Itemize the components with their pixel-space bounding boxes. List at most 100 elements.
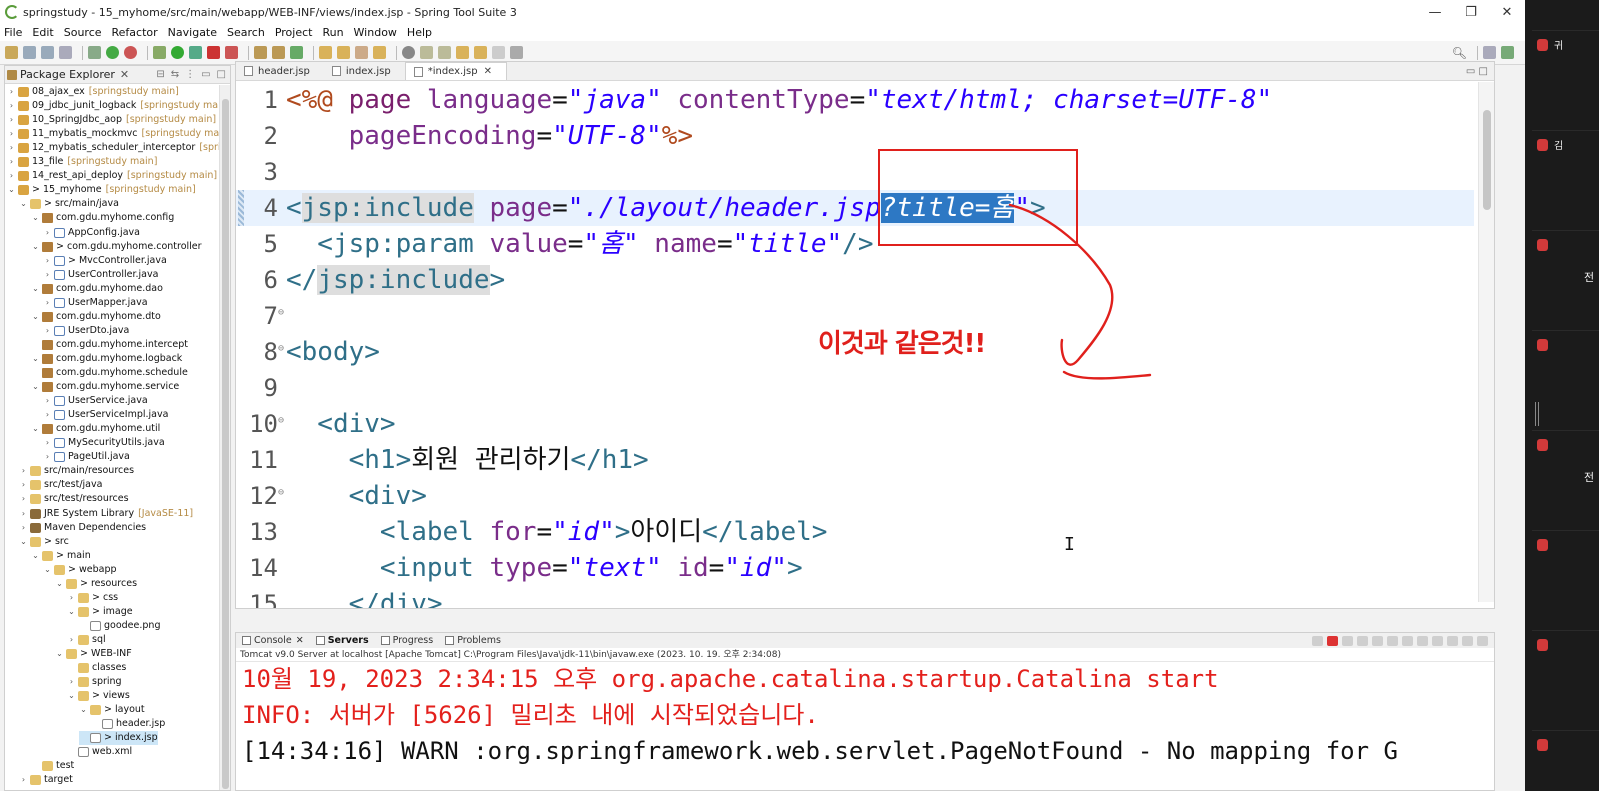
- close-button[interactable]: ✕: [1489, 5, 1525, 20]
- debug-icon[interactable]: [153, 46, 166, 59]
- code-line-5[interactable]: 5 <jsp:param value="홈" name="title"/>: [236, 226, 1474, 262]
- scroll-lock-icon[interactable]: [1387, 635, 1398, 646]
- collapse-arrow-icon[interactable]: ›: [19, 478, 28, 492]
- tree-item[interactable]: com.gdu.myhome.schedule: [31, 366, 188, 380]
- skip-breakpoints-icon[interactable]: [88, 46, 101, 59]
- refresh-server-icon[interactable]: [124, 46, 137, 59]
- participant-tile[interactable]: [1532, 630, 1599, 724]
- collapse-arrow-icon[interactable]: ›: [43, 324, 52, 338]
- code-line-9[interactable]: 9: [236, 370, 1474, 406]
- spring-perspective-icon[interactable]: [1501, 46, 1514, 59]
- tab-problems[interactable]: Problems: [445, 635, 501, 646]
- participant-tile[interactable]: 김: [1532, 130, 1599, 224]
- forward-nav-icon[interactable]: [492, 46, 505, 59]
- fold-icon[interactable]: ⊖: [278, 406, 286, 436]
- code-line-12[interactable]: 12⊖ <div>: [236, 478, 1474, 514]
- print-icon[interactable]: [59, 46, 72, 59]
- collapse-arrow-icon[interactable]: ›: [19, 464, 28, 478]
- participant-tile[interactable]: 전: [1532, 430, 1599, 524]
- tab-index-jsp[interactable]: index.jsp: [324, 62, 405, 80]
- scrollbar-thumb[interactable]: [222, 99, 229, 789]
- fold-icon[interactable]: ⊖: [278, 478, 286, 508]
- collapse-arrow-icon[interactable]: ›: [19, 507, 28, 521]
- remove-all-icon[interactable]: [1357, 635, 1368, 646]
- restore-button[interactable]: ❐: [1453, 5, 1489, 20]
- stop-icon[interactable]: [207, 46, 220, 59]
- tree-item[interactable]: goodee.png: [79, 619, 160, 633]
- tree-item[interactable]: › src/main/resources: [19, 464, 134, 478]
- tree-item[interactable]: › 08_ajax_ex [springstudy main]: [7, 85, 179, 99]
- collapse-arrow-icon[interactable]: ›: [43, 296, 52, 310]
- link-editor-icon[interactable]: ⇆: [171, 69, 179, 80]
- tree-item[interactable]: ⌄ > src: [19, 535, 69, 549]
- menu-navigate[interactable]: Navigate: [168, 26, 217, 39]
- code-line-13[interactable]: 13 <label for="id">아이디</label>: [236, 514, 1474, 550]
- tree-item[interactable]: ⌄ > src/main/java: [19, 197, 119, 211]
- editor-view-controls[interactable]: ▭ □: [1466, 66, 1494, 77]
- close-icon[interactable]: ✕: [484, 66, 492, 77]
- search-icon[interactable]: 🔍︎: [1452, 46, 1467, 60]
- menu-source[interactable]: Source: [64, 26, 102, 39]
- tree-item[interactable]: ⌄ com.gdu.myhome.dto: [31, 310, 161, 324]
- open-perspective-icon[interactable]: [1483, 46, 1496, 59]
- code-line-15[interactable]: 15 </div>: [236, 586, 1474, 608]
- back-nav-icon[interactable]: [474, 46, 487, 59]
- open-folder-icon[interactable]: [373, 46, 386, 59]
- tree-item[interactable]: ⌄ > webapp: [43, 563, 117, 577]
- code-line-6[interactable]: 6 </jsp:include>: [236, 262, 1474, 298]
- tree-item[interactable]: ⌄ > image: [67, 605, 133, 619]
- tab-progress[interactable]: Progress: [380, 635, 433, 646]
- clear-console-icon[interactable]: [1372, 635, 1383, 646]
- code-line-1[interactable]: 1 <%@ page language="java" contentType="…: [236, 82, 1474, 118]
- expand-arrow-icon[interactable]: ⌄: [31, 422, 40, 436]
- tab-index-jsp-dirty[interactable]: *index.jsp ✕: [404, 62, 507, 80]
- tree-item[interactable]: › UserMapper.java: [43, 296, 148, 310]
- collapse-arrow-icon[interactable]: ›: [43, 254, 52, 268]
- participant-tile[interactable]: [1532, 730, 1599, 791]
- new-class-icon[interactable]: [290, 46, 303, 59]
- back-icon[interactable]: [456, 46, 469, 59]
- tree-item[interactable]: header.jsp: [91, 717, 165, 731]
- new-java-project-icon[interactable]: [254, 46, 267, 59]
- tree-item[interactable]: › JRE System Library [JavaSE-11]: [19, 507, 193, 521]
- expand-arrow-icon[interactable]: ⌄: [19, 535, 28, 549]
- expand-arrow-icon[interactable]: ⌄: [31, 240, 40, 254]
- tree-item[interactable]: › UserDto.java: [43, 324, 129, 338]
- close-icon[interactable]: ✕: [120, 68, 129, 81]
- collapse-arrow-icon[interactable]: ›: [67, 633, 76, 647]
- menu-file[interactable]: File: [4, 26, 22, 39]
- menu-search[interactable]: Search: [227, 26, 265, 39]
- tree-item[interactable]: ⌄ com.gdu.myhome.util: [31, 422, 160, 436]
- tree-item[interactable]: ⌄ com.gdu.myhome.logback: [31, 352, 182, 366]
- tree-item[interactable]: › PageUtil.java: [43, 450, 130, 464]
- save-icon[interactable]: [23, 46, 36, 59]
- pin-icon[interactable]: [1312, 635, 1323, 646]
- collapse-arrow-icon[interactable]: ›: [43, 408, 52, 422]
- show-stderr-icon[interactable]: [1432, 635, 1443, 646]
- tree-item[interactable]: › Maven Dependencies: [19, 521, 146, 535]
- tree-item[interactable]: › UserController.java: [43, 268, 158, 282]
- tree-item[interactable]: › 14_rest_api_deploy [springstudy main]: [7, 169, 217, 183]
- menu-window[interactable]: Window: [354, 26, 397, 39]
- code-line-4[interactable]: 4 <jsp:include page="./layout/header.jsp…: [236, 190, 1474, 226]
- code-line-11[interactable]: 11 <h1>회원 관리하기</h1>: [236, 442, 1474, 478]
- menu-run[interactable]: Run: [322, 26, 343, 39]
- expand-arrow-icon[interactable]: ⌄: [43, 563, 52, 577]
- code-line-14[interactable]: 14 <input type="text" id="id">: [236, 550, 1474, 586]
- open-task-icon[interactable]: [337, 46, 350, 59]
- collapse-arrow-icon[interactable]: ›: [19, 521, 28, 535]
- tree-item[interactable]: classes: [67, 661, 126, 675]
- view-menu-icon[interactable]: ⋮: [185, 69, 195, 80]
- view-menu-icon[interactable]: [1477, 635, 1488, 646]
- tree-item[interactable]: ⌄ > com.gdu.myhome.controller: [31, 240, 202, 254]
- coverage-icon[interactable]: [189, 46, 202, 59]
- collapse-arrow-icon[interactable]: ›: [7, 141, 16, 155]
- tree-item[interactable]: › 13_file [springstudy main]: [7, 155, 157, 169]
- collapse-arrow-icon[interactable]: ›: [67, 591, 76, 605]
- code-line-3[interactable]: 3: [236, 154, 1474, 190]
- explorer-scrollbar[interactable]: [219, 85, 230, 790]
- tree-item[interactable]: com.gdu.myhome.intercept: [31, 338, 188, 352]
- tree-item[interactable]: › target: [19, 773, 73, 787]
- collapse-arrow-icon[interactable]: ›: [19, 773, 28, 787]
- participant-tile[interactable]: [1532, 330, 1599, 424]
